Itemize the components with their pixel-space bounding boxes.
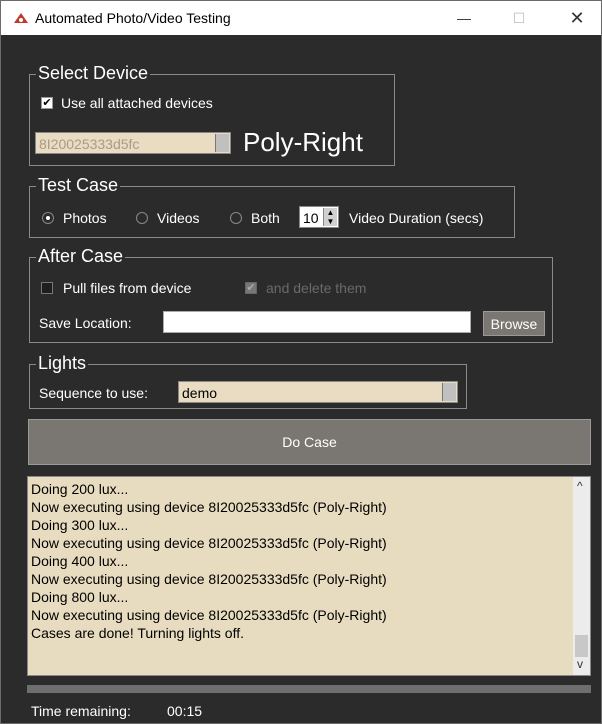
both-label: Both: [251, 210, 280, 226]
device-id-value: 8I20025333d5fc: [39, 136, 140, 152]
log-line: Doing 400 lux...: [31, 553, 129, 569]
sequence-dropdown-arrow[interactable]: [442, 383, 456, 401]
lights-title: Lights: [36, 353, 89, 373]
sequence-value: demo: [182, 385, 218, 401]
log-line: Now executing using device 8I20025333d5f…: [31, 535, 387, 551]
video-duration-value: 10: [303, 210, 319, 226]
test-case-title: Test Case: [36, 175, 121, 195]
delete-files-label: and delete them: [266, 280, 367, 296]
pull-files-checkbox[interactable]: [41, 282, 53, 294]
photos-radio[interactable]: [42, 212, 54, 224]
device-select[interactable]: 8I20025333d5fc: [35, 132, 231, 154]
scroll-up-arrow-icon[interactable]: ^: [577, 479, 583, 493]
time-remaining-value: 00:15: [167, 703, 203, 719]
sequence-select[interactable]: demo: [178, 381, 458, 403]
video-duration-label: Video Duration (secs): [349, 210, 484, 226]
log-scrollbar[interactable]: ^ v: [573, 477, 590, 675]
log-line: Now executing using device 8I20025333d5f…: [31, 607, 387, 623]
window-title: Automated Photo/Video Testing: [35, 10, 231, 26]
videos-label: Videos: [157, 210, 200, 226]
app-window: Automated Photo/Video Testing — ☐ ✕ Sele…: [0, 0, 602, 724]
log-line: Doing 200 lux...: [31, 481, 129, 497]
after-case-title: After Case: [36, 246, 126, 266]
minimize-button[interactable]: —: [441, 1, 487, 35]
select-device-title: Select Device: [36, 63, 151, 83]
videos-radio[interactable]: [136, 212, 148, 224]
do-case-button[interactable]: Do Case: [28, 419, 591, 465]
pull-files-label: Pull files from device: [63, 280, 192, 296]
both-radio[interactable]: [230, 212, 242, 224]
time-remaining-label: Time remaining:: [31, 703, 131, 719]
delete-files-checkbox[interactable]: ✔: [245, 282, 257, 294]
video-duration-spinner[interactable]: 10 ▲ ▼: [299, 206, 339, 228]
log-line: Now executing using device 8I20025333d5f…: [31, 499, 387, 515]
photos-label: Photos: [63, 210, 107, 226]
use-all-devices-label: Use all attached devices: [61, 95, 213, 111]
device-dropdown-arrow[interactable]: [215, 134, 229, 152]
use-all-devices-checkbox[interactable]: ✔: [41, 97, 53, 109]
scroll-thumb[interactable]: [575, 635, 588, 657]
log-output[interactable]: Doing 200 lux... Now executing using devi…: [27, 476, 591, 676]
maximize-button[interactable]: ☐: [496, 1, 542, 35]
save-location-label: Save Location:: [39, 315, 132, 331]
sequence-label: Sequence to use:: [39, 385, 148, 401]
log-line: Now executing using device 8I20025333d5f…: [31, 571, 387, 587]
title-bar[interactable]: Automated Photo/Video Testing — ☐ ✕: [1, 1, 601, 35]
log-lines: Doing 200 lux... Now executing using devi…: [31, 480, 387, 642]
scroll-down-arrow-icon[interactable]: v: [577, 657, 583, 671]
save-location-input[interactable]: [163, 311, 471, 333]
log-line: Doing 300 lux...: [31, 517, 129, 533]
spinner-arrows-icon[interactable]: ▲ ▼: [323, 208, 337, 226]
device-name-label: Poly-Right: [243, 127, 363, 157]
log-line: Doing 800 lux...: [31, 589, 129, 605]
app-icon: [14, 13, 28, 23]
browse-button[interactable]: Browse: [483, 311, 545, 336]
close-button[interactable]: ✕: [554, 1, 600, 35]
progress-bar: [27, 685, 591, 693]
log-line: Cases are done! Turning lights off.: [31, 625, 244, 641]
